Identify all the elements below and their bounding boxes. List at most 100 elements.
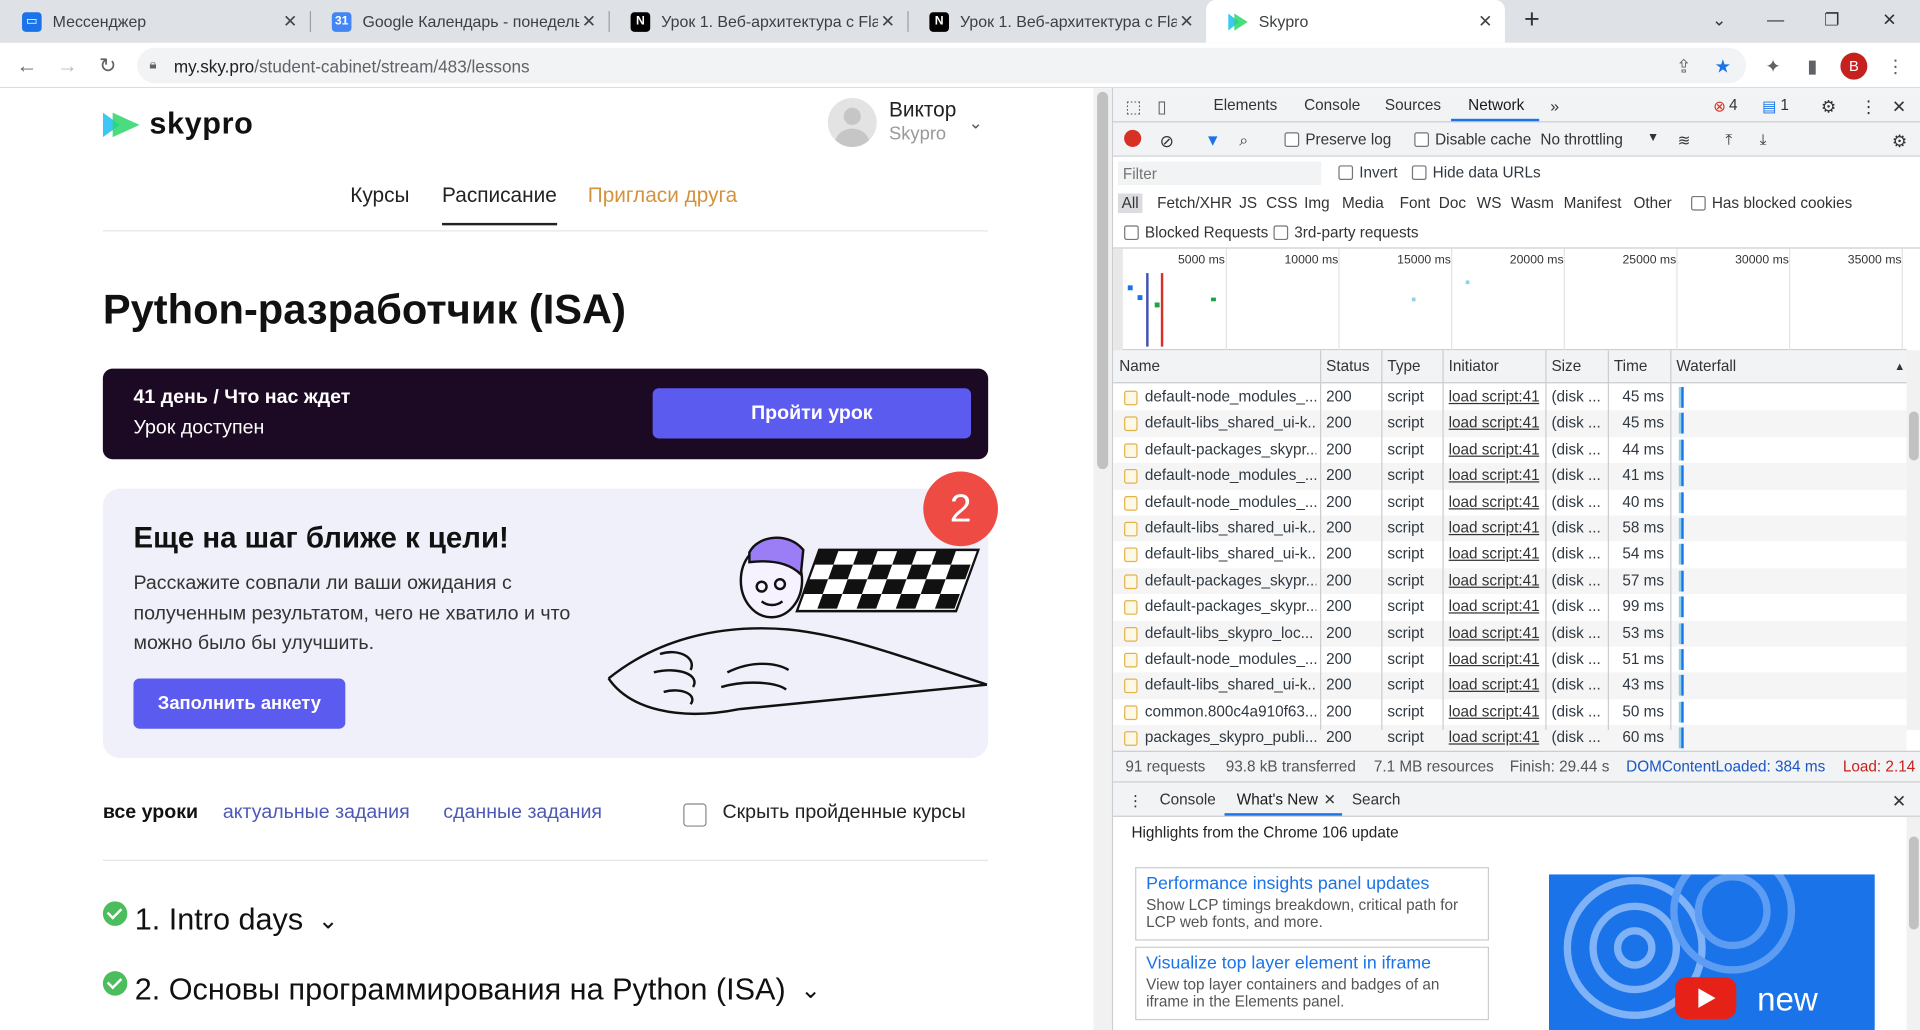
hide-data-urls-checkbox[interactable] xyxy=(1411,165,1427,181)
course-item[interactable]: 1. Intro days ⌄ xyxy=(102,900,338,939)
drawer-tab-console[interactable]: Console xyxy=(1160,791,1216,808)
timeline-overview[interactable]: 5000 ms 10000 ms 15000 ms 20000 ms 25000… xyxy=(1113,248,1907,351)
browser-tab[interactable]: ▭ Мессенджер ✕ xyxy=(0,0,310,43)
request-name[interactable]: default-libs_shared_ui-k... xyxy=(1145,414,1316,431)
filter-all-lessons[interactable]: все уроки xyxy=(103,802,198,824)
request-initiator[interactable]: load script:41 xyxy=(1449,441,1540,458)
type-fetch-xhr[interactable]: Fetch/XHR xyxy=(1157,195,1232,212)
request-name[interactable]: default-libs_shared_ui-k... xyxy=(1145,677,1316,694)
back-icon[interactable]: ← xyxy=(13,53,40,80)
table-row[interactable]: default-libs_skypro_loc... 200 script load … xyxy=(1113,620,1907,647)
col-type[interactable]: Type xyxy=(1387,358,1420,375)
export-har-icon[interactable]: ⤓ xyxy=(1760,131,1767,149)
card-title[interactable]: Performance insights panel updates xyxy=(1146,874,1478,894)
close-tab-icon[interactable]: ✕ xyxy=(1476,11,1496,32)
col-size[interactable]: Size xyxy=(1551,358,1581,375)
preserve-log-checkbox[interactable] xyxy=(1284,132,1300,147)
skypro-logo[interactable]: skypro xyxy=(102,107,254,143)
request-initiator[interactable]: load script:41 xyxy=(1449,493,1540,510)
table-row[interactable]: default-libs_shared_ui-k... 200 script load… xyxy=(1113,672,1907,700)
browser-tab[interactable]: N Урок 1. Веб-архитектура с Flask ✕ xyxy=(907,0,1206,43)
request-name[interactable]: default-libs_shared_ui-k... xyxy=(1145,545,1316,562)
browser-tab-active[interactable]: Skypro ✕ xyxy=(1206,0,1505,43)
disable-cache-option[interactable]: Disable cache xyxy=(1414,131,1531,148)
request-name[interactable]: packages_skypro_publi... xyxy=(1145,729,1316,746)
hide-completed-checkbox[interactable] xyxy=(683,803,707,827)
request-initiator[interactable]: load script:41 xyxy=(1449,545,1540,562)
table-row[interactable]: common.800c4a910f63... 200 script load scri… xyxy=(1113,699,1906,725)
close-tab-icon[interactable]: ✕ xyxy=(280,11,300,32)
tab-elements[interactable]: Elements xyxy=(1213,97,1277,114)
invert-checkbox[interactable] xyxy=(1338,165,1354,181)
col-time[interactable]: Time xyxy=(1614,358,1647,375)
table-row[interactable]: default-node_modules_... 200 script load sc… xyxy=(1113,647,1906,673)
request-name[interactable]: default-packages_skypr... xyxy=(1145,441,1316,458)
bookmark-star-icon[interactable]: ★ xyxy=(1709,53,1736,80)
restore-icon[interactable]: ❐ xyxy=(1804,0,1860,39)
import-har-icon[interactable]: ⤒ xyxy=(1725,131,1732,149)
device-toolbar-icon[interactable]: ▯ xyxy=(1157,97,1166,118)
has-blocked-cookies-option[interactable]: Has blocked cookies xyxy=(1691,195,1852,212)
inspect-element-icon[interactable]: ⬚ xyxy=(1125,97,1141,118)
address-bar[interactable]: 🔒︎ my.sky.pro/student-cabinet/stream/483… xyxy=(137,47,1747,84)
youtube-play-icon[interactable] xyxy=(1675,977,1737,1019)
drawer-menu-icon[interactable]: ⋮ xyxy=(1128,791,1143,809)
col-initiator[interactable]: Initiator xyxy=(1449,358,1499,375)
close-tab-icon[interactable]: ✕ xyxy=(1177,11,1197,32)
settings-gear-icon[interactable]: ⚙ xyxy=(1821,97,1836,118)
drawer-tab-whats-new[interactable]: What's New xyxy=(1237,791,1318,808)
third-party-option[interactable]: 3rd-party requests xyxy=(1273,224,1419,241)
request-name[interactable]: common.800c4a910f63... xyxy=(1145,703,1316,720)
start-lesson-button[interactable]: Пройти урок xyxy=(652,388,972,439)
reload-icon[interactable]: ↻ xyxy=(94,53,121,80)
request-name[interactable]: default-libs_shared_ui-k... xyxy=(1145,519,1316,536)
request-initiator[interactable]: load script:41 xyxy=(1449,388,1540,405)
request-name[interactable]: default-node_modules_... xyxy=(1145,493,1316,510)
tab-sources[interactable]: Sources xyxy=(1385,97,1441,114)
close-tab-icon[interactable]: ✕ xyxy=(579,11,599,32)
close-window-icon[interactable]: ✕ xyxy=(1861,0,1917,39)
col-status[interactable]: Status xyxy=(1326,358,1369,375)
request-initiator[interactable]: load script:41 xyxy=(1449,650,1540,667)
page-scrollbar[interactable] xyxy=(1093,88,1112,1030)
search-icon[interactable]: ⌕ xyxy=(1239,131,1248,151)
nav-courses[interactable]: Курсы xyxy=(350,184,409,223)
overview-scroll-handle[interactable] xyxy=(1113,248,1123,351)
request-initiator[interactable]: load script:41 xyxy=(1449,729,1540,746)
type-all[interactable]: All xyxy=(1117,193,1143,214)
filter-current-tasks[interactable]: актуальные задания xyxy=(223,802,410,824)
third-party-checkbox[interactable] xyxy=(1273,225,1289,241)
request-name[interactable]: default-libs_skypro_loc... xyxy=(1145,624,1316,641)
share-icon[interactable]: ⇪ xyxy=(1670,53,1697,80)
filter-done-tasks[interactable]: сданные задания xyxy=(443,802,602,824)
side-panel-icon[interactable]: ▮ xyxy=(1799,53,1826,80)
preserve-log-option[interactable]: Preserve log xyxy=(1284,131,1391,148)
table-row[interactable]: default-node_modules_... 200 script load sc… xyxy=(1113,489,1906,515)
request-initiator[interactable]: load script:41 xyxy=(1449,677,1540,694)
tab-search-icon[interactable]: ⌄ xyxy=(1691,0,1747,39)
filter-icon[interactable]: ▼ xyxy=(1205,131,1221,149)
table-row[interactable]: default-libs_shared_ui-k... 200 script load… xyxy=(1113,542,1906,568)
message-icon[interactable]: ▤ xyxy=(1762,97,1776,115)
whats-new-video-thumbnail[interactable]: new xyxy=(1548,874,1875,1030)
request-name[interactable]: default-node_modules_... xyxy=(1145,467,1316,484)
request-initiator[interactable]: load script:41 xyxy=(1449,598,1540,615)
table-row[interactable]: default-libs_shared_ui-k... 200 script load… xyxy=(1113,410,1907,437)
scrollbar-thumb[interactable] xyxy=(1908,411,1919,461)
type-css[interactable]: CSS xyxy=(1266,195,1297,212)
blocked-requests-checkbox[interactable] xyxy=(1124,225,1139,241)
table-row[interactable]: packages_skypro_publi... 200 script load sc… xyxy=(1113,725,1907,752)
hide-data-urls-option[interactable]: Hide data URLs xyxy=(1411,164,1541,181)
table-row[interactable]: default-node_modules_... 200 script load sc… xyxy=(1113,463,1907,490)
type-manifest[interactable]: Manifest xyxy=(1564,195,1622,212)
disable-cache-checkbox[interactable] xyxy=(1414,132,1429,147)
course-item[interactable]: 2. Основы программирования на Python (IS… xyxy=(102,970,821,1008)
extensions-icon[interactable]: ✦ xyxy=(1760,53,1787,80)
type-ws[interactable]: WS xyxy=(1477,195,1502,212)
minimize-icon[interactable]: — xyxy=(1747,0,1803,39)
col-name[interactable]: Name xyxy=(1119,358,1160,375)
whats-new-card[interactable]: Performance insights panel updates Show … xyxy=(1135,867,1489,941)
browser-tab[interactable]: 31 Google Календарь - понедельник ✕ xyxy=(310,0,609,43)
throttling-select[interactable]: No throttling xyxy=(1540,131,1623,148)
blocked-requests-option[interactable]: Blocked Requests xyxy=(1124,224,1268,241)
